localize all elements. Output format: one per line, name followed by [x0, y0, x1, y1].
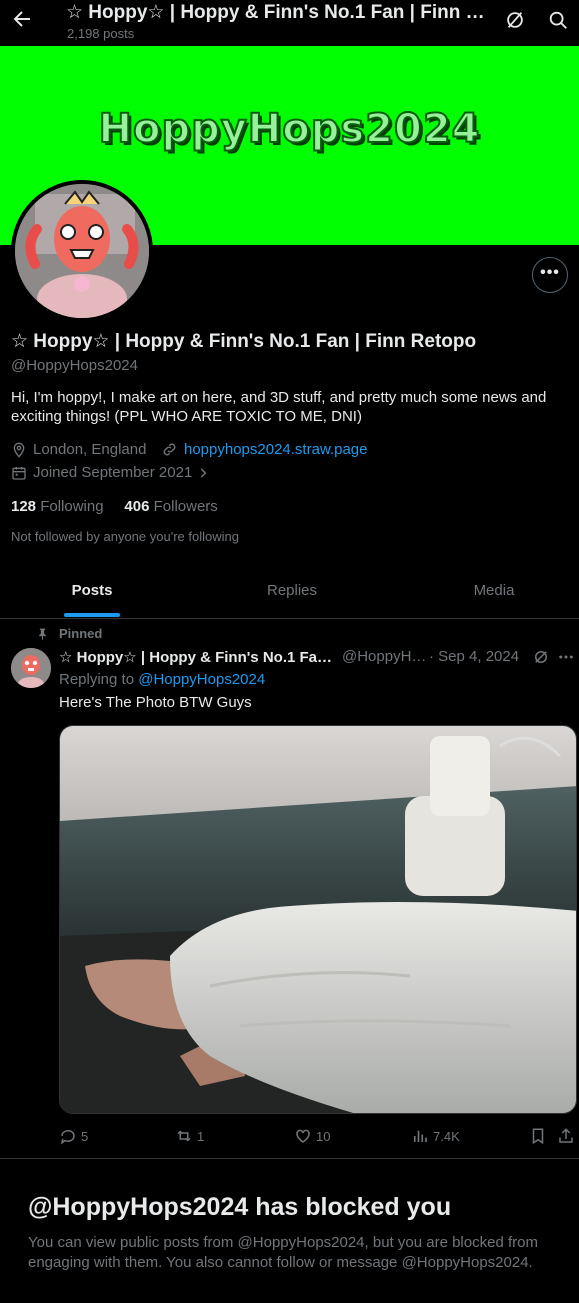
- tab-replies[interactable]: Replies: [244, 582, 340, 599]
- followers-count: 406: [124, 498, 150, 515]
- post-photo[interactable]: [59, 725, 577, 1114]
- section-divider: [0, 1158, 579, 1159]
- profile-joined[interactable]: Joined September 2021: [11, 464, 216, 481]
- link-icon: [163, 443, 176, 456]
- character-illustration: [15, 184, 149, 318]
- location-text: London, England: [33, 441, 147, 458]
- header-title: ☆ Hoppy☆ | Hoppy & Finn's No.1 Fan | Fin…: [66, 2, 496, 23]
- profile-stats: 128 Following 406 Followers: [11, 498, 218, 515]
- profile-avatar[interactable]: [11, 180, 153, 322]
- grok-style-icon[interactable]: [532, 648, 550, 666]
- profile-tabs: Posts Replies Media: [0, 562, 579, 619]
- verified-style-icon[interactable]: [504, 9, 526, 31]
- arm-cast-photo: [60, 726, 576, 1113]
- website-link[interactable]: hoppyhops2024.straw.page: [184, 441, 367, 458]
- like-count: 10: [316, 1128, 331, 1144]
- reply-count: 5: [81, 1128, 89, 1144]
- pinned-label: Pinned: [36, 626, 102, 641]
- location-pin-icon: [13, 442, 25, 458]
- reply-button[interactable]: 5: [59, 1127, 88, 1145]
- more-options-label: •••: [540, 264, 560, 281]
- search-icon[interactable]: [547, 9, 569, 31]
- post-date[interactable]: · Sep 4, 2024: [429, 648, 519, 665]
- profile-display-name: ☆ Hoppy☆ | Hoppy & Finn's No.1 Fan | Fin…: [11, 331, 477, 352]
- reply-icon: [60, 1129, 75, 1145]
- profile-bio: Hi, I'm hoppy!, I make art on here, and …: [11, 389, 547, 425]
- replying-to: Replying to @HoppyHops2024: [59, 671, 265, 688]
- views-button[interactable]: 7.4K: [411, 1127, 460, 1145]
- followers-link[interactable]: 406 Followers: [124, 498, 217, 515]
- pinned-text: Pinned: [59, 626, 103, 641]
- post-more-icon[interactable]: [557, 648, 575, 666]
- more-options-button[interactable]: •••: [532, 257, 568, 293]
- post-text: Here's The Photo BTW Guys: [59, 694, 252, 711]
- pin-icon: [39, 628, 46, 640]
- replying-to-link[interactable]: @HoppyHops2024: [138, 671, 265, 688]
- post-author-name[interactable]: ☆ Hoppy☆ | Hoppy & Finn's No.1 Fan | Fin…: [59, 648, 337, 666]
- blocked-title: @HoppyHops2024 has blocked you: [28, 1193, 452, 1221]
- chevron-right-icon: [201, 467, 207, 478]
- back-arrow-icon[interactable]: [10, 7, 34, 31]
- repost-count: 1: [197, 1128, 205, 1144]
- calendar-icon: [12, 466, 26, 480]
- views-chart-icon: [413, 1130, 427, 1142]
- repost-icon: [177, 1130, 191, 1142]
- top-bar: ☆ Hoppy☆ | Hoppy & Finn's No.1 Fan | Fin…: [0, 0, 579, 46]
- post-avatar[interactable]: [11, 648, 51, 688]
- repost-button[interactable]: 1: [175, 1127, 204, 1145]
- following-count: 128: [11, 498, 37, 515]
- like-button[interactable]: 10: [294, 1127, 330, 1145]
- post-actions: 5 1 10 7.4K: [59, 1127, 579, 1147]
- profile-location: London, England: [11, 441, 146, 458]
- banner-text: HoppyHops2024: [97, 105, 481, 153]
- following-link[interactable]: 128 Following: [11, 498, 104, 515]
- not-followed-text: Not followed by anyone you're following: [11, 529, 239, 544]
- tab-posts[interactable]: Posts: [44, 582, 140, 599]
- share-icon[interactable]: [557, 1127, 575, 1145]
- followers-label: Followers: [153, 498, 218, 515]
- bookmark-icon[interactable]: [529, 1127, 547, 1145]
- replying-prefix: Replying to: [59, 671, 139, 688]
- heart-icon: [296, 1129, 310, 1143]
- profile-handle: @HoppyHops2024: [11, 357, 138, 374]
- following-label: Following: [40, 498, 104, 515]
- posts-count: 2,198 posts: [67, 26, 135, 41]
- post-author-handle[interactable]: @HoppyHops2024: [342, 648, 434, 665]
- active-tab-indicator: [64, 613, 120, 617]
- profile-website[interactable]: hoppyhops2024.straw.page: [161, 441, 367, 458]
- views-count: 7.4K: [433, 1128, 460, 1144]
- post-avatar-illustration: [11, 648, 51, 688]
- blocked-text: You can view public posts from @HoppyHop…: [28, 1234, 538, 1271]
- tab-media[interactable]: Media: [446, 582, 542, 599]
- joined-text: Joined September 2021: [33, 464, 193, 481]
